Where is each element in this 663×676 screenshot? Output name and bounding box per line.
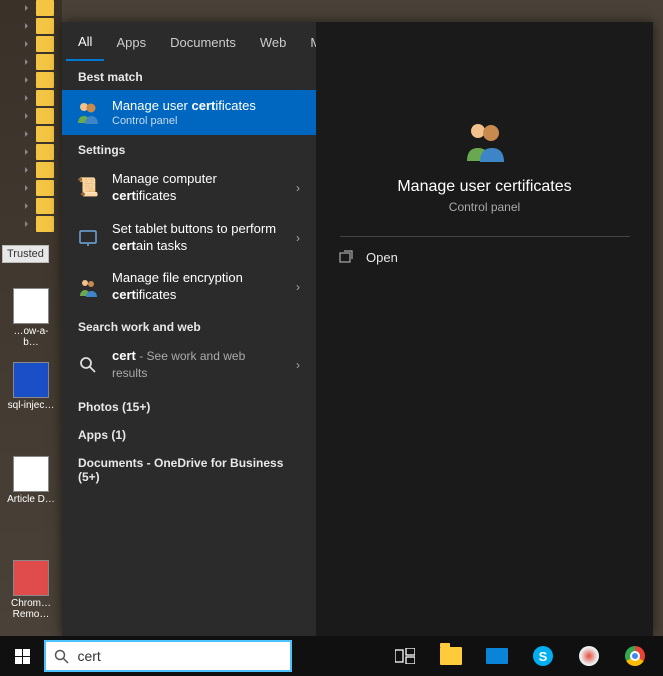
snip-icon — [579, 646, 599, 666]
chevron-right-icon: › — [292, 358, 304, 372]
preview-action-label: Open — [366, 250, 398, 265]
result-subtitle: Control panel — [112, 115, 304, 127]
result-title: Manage file encryption certificates — [112, 270, 282, 304]
tab-all[interactable]: All — [66, 24, 104, 61]
windows-icon — [15, 649, 30, 664]
user-certificates-icon — [74, 98, 102, 126]
result-tablet-buttons[interactable]: Set tablet buttons to perform certain ta… — [62, 213, 316, 263]
search-input[interactable] — [77, 648, 282, 664]
preview-title: Manage user certificates — [397, 178, 571, 196]
certificate-icon: 📜 — [74, 174, 102, 202]
start-button[interactable] — [0, 636, 44, 676]
start-search-panel: All Apps Documents Web More C ✦ ⋯ Best m… — [62, 22, 653, 636]
task-view-button[interactable] — [385, 636, 425, 676]
desktop-background: Trusted …ow-a-b… sql-injec… Article D… C… — [0, 0, 62, 636]
file-explorer-icon — [440, 647, 462, 665]
section-best-match: Best match — [62, 62, 316, 90]
taskbar-skype[interactable]: S — [523, 636, 563, 676]
result-title: Manage computer certificates — [112, 171, 282, 205]
desktop-shortcut[interactable]: Chrom… Remo… — [6, 560, 56, 620]
monitor-icon — [486, 648, 508, 664]
taskbar-snip[interactable] — [569, 636, 609, 676]
preview-subtitle: Control panel — [449, 200, 520, 214]
result-manage-computer-certificates[interactable]: 📜 Manage computer certificates › — [62, 163, 316, 213]
result-manage-user-certificates[interactable]: Manage user certificates Control panel — [62, 90, 316, 135]
explorer-tree-peek — [36, 0, 54, 232]
result-search-web[interactable]: cert - See work and web results › — [62, 340, 316, 390]
people-icon — [74, 273, 102, 301]
search-icon — [54, 649, 69, 664]
tab-apps[interactable]: Apps — [104, 25, 158, 60]
search-icon — [74, 351, 102, 379]
tab-documents[interactable]: Documents — [158, 25, 248, 60]
taskbar-chrome[interactable] — [615, 636, 655, 676]
tab-web[interactable]: Web — [248, 25, 299, 60]
result-title: Manage user certificates — [112, 98, 304, 115]
preview-icon — [461, 116, 509, 164]
explorer-node-label: Trusted — [2, 245, 49, 263]
open-icon — [338, 249, 354, 265]
section-settings: Settings — [62, 135, 316, 163]
result-file-encryption-certificates[interactable]: Manage file encryption certificates › — [62, 262, 316, 312]
chevron-right-icon: › — [292, 231, 304, 245]
chrome-icon — [625, 646, 645, 666]
result-title: Set tablet buttons to perform certain ta… — [112, 221, 282, 255]
desktop-shortcut[interactable]: …ow-a-b… — [6, 288, 56, 348]
section-search-web: Search work and web — [62, 312, 316, 340]
taskbar-search-box[interactable] — [44, 640, 292, 672]
desktop-shortcut[interactable]: sql-injec… — [6, 362, 56, 411]
chevron-right-icon: › — [292, 181, 304, 195]
chevron-right-icon: › — [292, 280, 304, 294]
desktop-shortcut[interactable]: Article D… — [6, 456, 56, 505]
taskbar-monitor-app[interactable] — [477, 636, 517, 676]
summary-documents[interactable]: Documents - OneDrive for Business (5+) — [62, 446, 316, 488]
summary-photos[interactable]: Photos (15+) — [62, 390, 316, 418]
taskbar-pinned-apps: S — [385, 636, 663, 676]
taskbar: S — [0, 636, 663, 676]
result-title: cert - See work and web results — [112, 348, 282, 382]
skype-icon: S — [533, 646, 553, 666]
preview-action-open[interactable]: Open — [316, 237, 653, 277]
taskbar-explorer[interactable] — [431, 636, 471, 676]
summary-apps[interactable]: Apps (1) — [62, 418, 316, 446]
tablet-icon — [74, 224, 102, 252]
